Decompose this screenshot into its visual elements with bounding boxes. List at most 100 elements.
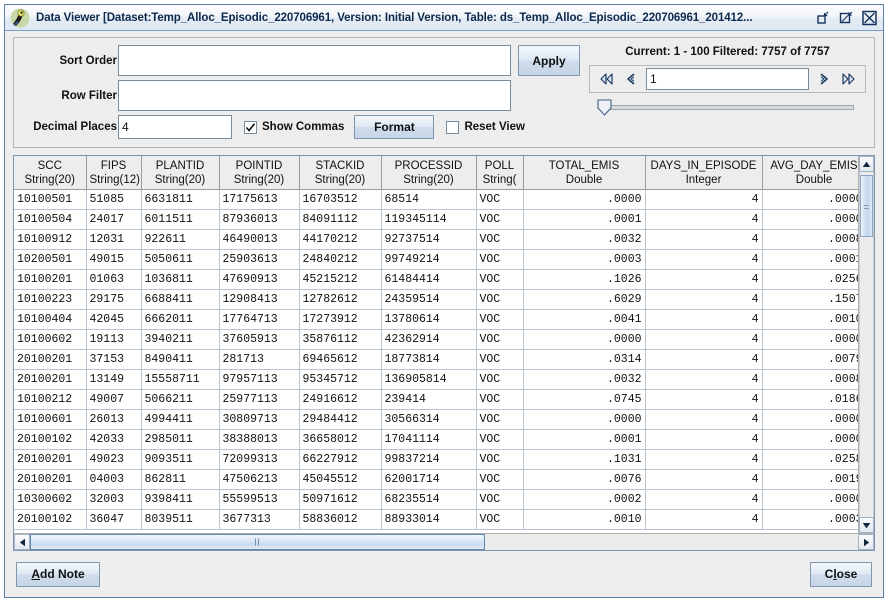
table-cell[interactable]: 24916612	[299, 389, 382, 410]
table-cell[interactable]: .0000	[762, 409, 858, 430]
last-page-icon[interactable]	[836, 67, 860, 91]
table-cell[interactable]: 68514	[381, 189, 477, 210]
table-cell[interactable]: 4	[645, 409, 763, 430]
table-cell[interactable]: .0000	[523, 189, 646, 210]
column-header-total_emis[interactable]: TOTAL_EMIS Double	[523, 156, 646, 190]
table-cell[interactable]: 10300602	[14, 489, 87, 510]
table-cell[interactable]: .0186	[762, 389, 858, 410]
table-cell[interactable]: 15558711	[141, 369, 220, 390]
table-cell[interactable]: 38388013	[219, 429, 300, 450]
table-cell[interactable]: 4	[645, 229, 763, 250]
table-row[interactable]: 10100212 49007 5066211 25977113 24916612 2394…	[14, 389, 858, 410]
table-cell[interactable]: 29175	[86, 289, 142, 310]
table-cell[interactable]: VOC	[476, 329, 524, 350]
table-row[interactable]: 20100102 42033 2985011 38388013 36658012 1704…	[14, 429, 858, 450]
table-cell[interactable]: 4	[645, 449, 763, 470]
table-cell[interactable]: 92737514	[381, 229, 477, 250]
table-cell[interactable]: 29484412	[299, 409, 382, 430]
table-cell[interactable]: .0000	[762, 329, 858, 350]
page-slider-thumb[interactable]	[597, 99, 612, 116]
table-cell[interactable]: 88933014	[381, 509, 477, 530]
table-cell[interactable]: 20100102	[14, 429, 87, 450]
table-cell[interactable]: 13780614	[381, 309, 477, 330]
table-cell[interactable]: 4	[645, 249, 763, 270]
table-cell[interactable]: VOC	[476, 369, 524, 390]
table-cell[interactable]: 10100602	[14, 329, 87, 350]
table-cell[interactable]: 24840212	[299, 249, 382, 270]
table-cell[interactable]: 12782612	[299, 289, 382, 310]
table-cell[interactable]: VOC	[476, 309, 524, 330]
table-cell[interactable]: 10100601	[14, 409, 87, 430]
previous-page-icon[interactable]	[619, 67, 643, 91]
table-cell[interactable]: 30566314	[381, 409, 477, 430]
table-cell[interactable]: 4	[645, 269, 763, 290]
table-cell[interactable]: .0000	[762, 209, 858, 230]
table-cell[interactable]: 9398411	[141, 489, 220, 510]
show-commas-checkbox[interactable]: Show Commas	[244, 120, 344, 134]
table-cell[interactable]: 2985011	[141, 429, 220, 450]
column-header-fips[interactable]: FIPS String(12)	[86, 156, 142, 190]
table-cell[interactable]: .0079	[762, 349, 858, 370]
table-cell[interactable]: .0314	[523, 349, 646, 370]
table-row[interactable]: 10100602 19113 3940211 37605913 35876112 4236…	[14, 329, 858, 350]
column-header-scc[interactable]: SCC String(20)	[14, 156, 87, 190]
table-row[interactable]: 20100201 04003 862811 47506213 45045512 62001…	[14, 469, 858, 490]
horizontal-scrollbar[interactable]	[14, 533, 874, 550]
scroll-right-icon[interactable]	[858, 534, 874, 550]
row-filter-input[interactable]	[118, 80, 511, 111]
table-cell[interactable]: 42362914	[381, 329, 477, 350]
table-cell[interactable]: 04003	[86, 469, 142, 490]
table-cell[interactable]: .0001	[523, 209, 646, 230]
table-cell[interactable]: .0008	[762, 369, 858, 390]
table-cell[interactable]: 16703512	[299, 189, 382, 210]
table-cell[interactable]: .1507	[762, 289, 858, 310]
first-page-icon[interactable]	[595, 67, 619, 91]
table-cell[interactable]: 25977113	[219, 389, 300, 410]
table-cell[interactable]: 10100404	[14, 309, 87, 330]
table-cell[interactable]: 66227912	[299, 449, 382, 470]
table-cell[interactable]: .1031	[523, 449, 646, 470]
table-cell[interactable]: 8490411	[141, 349, 220, 370]
table-cell[interactable]: 20100102	[14, 509, 87, 530]
table-cell[interactable]: 32003	[86, 489, 142, 510]
table-row[interactable]: 10100501 51085 6631811 17175613 16703512 6851…	[14, 189, 858, 210]
apply-button[interactable]: Apply	[518, 45, 580, 76]
table-cell[interactable]: .0010	[762, 309, 858, 330]
table-cell[interactable]: 17273912	[299, 309, 382, 330]
table-cell[interactable]: 8039511	[141, 509, 220, 530]
decimal-places-input[interactable]	[118, 115, 232, 139]
table-cell[interactable]: 20100201	[14, 369, 87, 390]
table-cell[interactable]: 5050611	[141, 249, 220, 270]
table-cell[interactable]: 55599513	[219, 489, 300, 510]
table-cell[interactable]: .0256	[762, 269, 858, 290]
table-cell[interactable]: 20100201	[14, 469, 87, 490]
table-cell[interactable]: 4	[645, 349, 763, 370]
table-cell[interactable]: 4	[645, 469, 763, 490]
table-row[interactable]: 10100201 01063 1036811 47690913 45215212 6148…	[14, 269, 858, 290]
table-cell[interactable]: .0000	[523, 409, 646, 430]
table-row[interactable]: 10100601 26013 4994411 30809713 29484412 3056…	[14, 409, 858, 430]
table-cell[interactable]: 10100212	[14, 389, 87, 410]
table-cell[interactable]: 45215212	[299, 269, 382, 290]
add-note-button[interactable]: Add Note	[16, 561, 100, 587]
reset-view-checkbox[interactable]: Reset View	[446, 120, 525, 134]
table-cell[interactable]: 20100201	[14, 449, 87, 470]
maximize-icon[interactable]	[837, 9, 856, 27]
table-cell[interactable]: VOC	[476, 189, 524, 210]
table-cell[interactable]: 4	[645, 369, 763, 390]
table-cell[interactable]: 36658012	[299, 429, 382, 450]
page-number-input[interactable]	[646, 68, 809, 90]
table-row[interactable]: 10300602 32003 9398411 55599513 50971612 6823…	[14, 489, 858, 510]
table-cell[interactable]: VOC	[476, 389, 524, 410]
table-cell[interactable]: 4	[645, 489, 763, 510]
horizontal-scrollbar-thumb[interactable]	[30, 534, 486, 550]
table-cell[interactable]: 42033	[86, 429, 142, 450]
table-cell[interactable]: 50971612	[299, 489, 382, 510]
table-cell[interactable]: 47690913	[219, 269, 300, 290]
page-slider[interactable]	[589, 97, 866, 119]
table-cell[interactable]: 47506213	[219, 469, 300, 490]
table-cell[interactable]: 4	[645, 209, 763, 230]
table-cell[interactable]: .0002	[523, 489, 646, 510]
vertical-scrollbar[interactable]	[858, 156, 874, 533]
format-button[interactable]: Format	[354, 115, 435, 139]
